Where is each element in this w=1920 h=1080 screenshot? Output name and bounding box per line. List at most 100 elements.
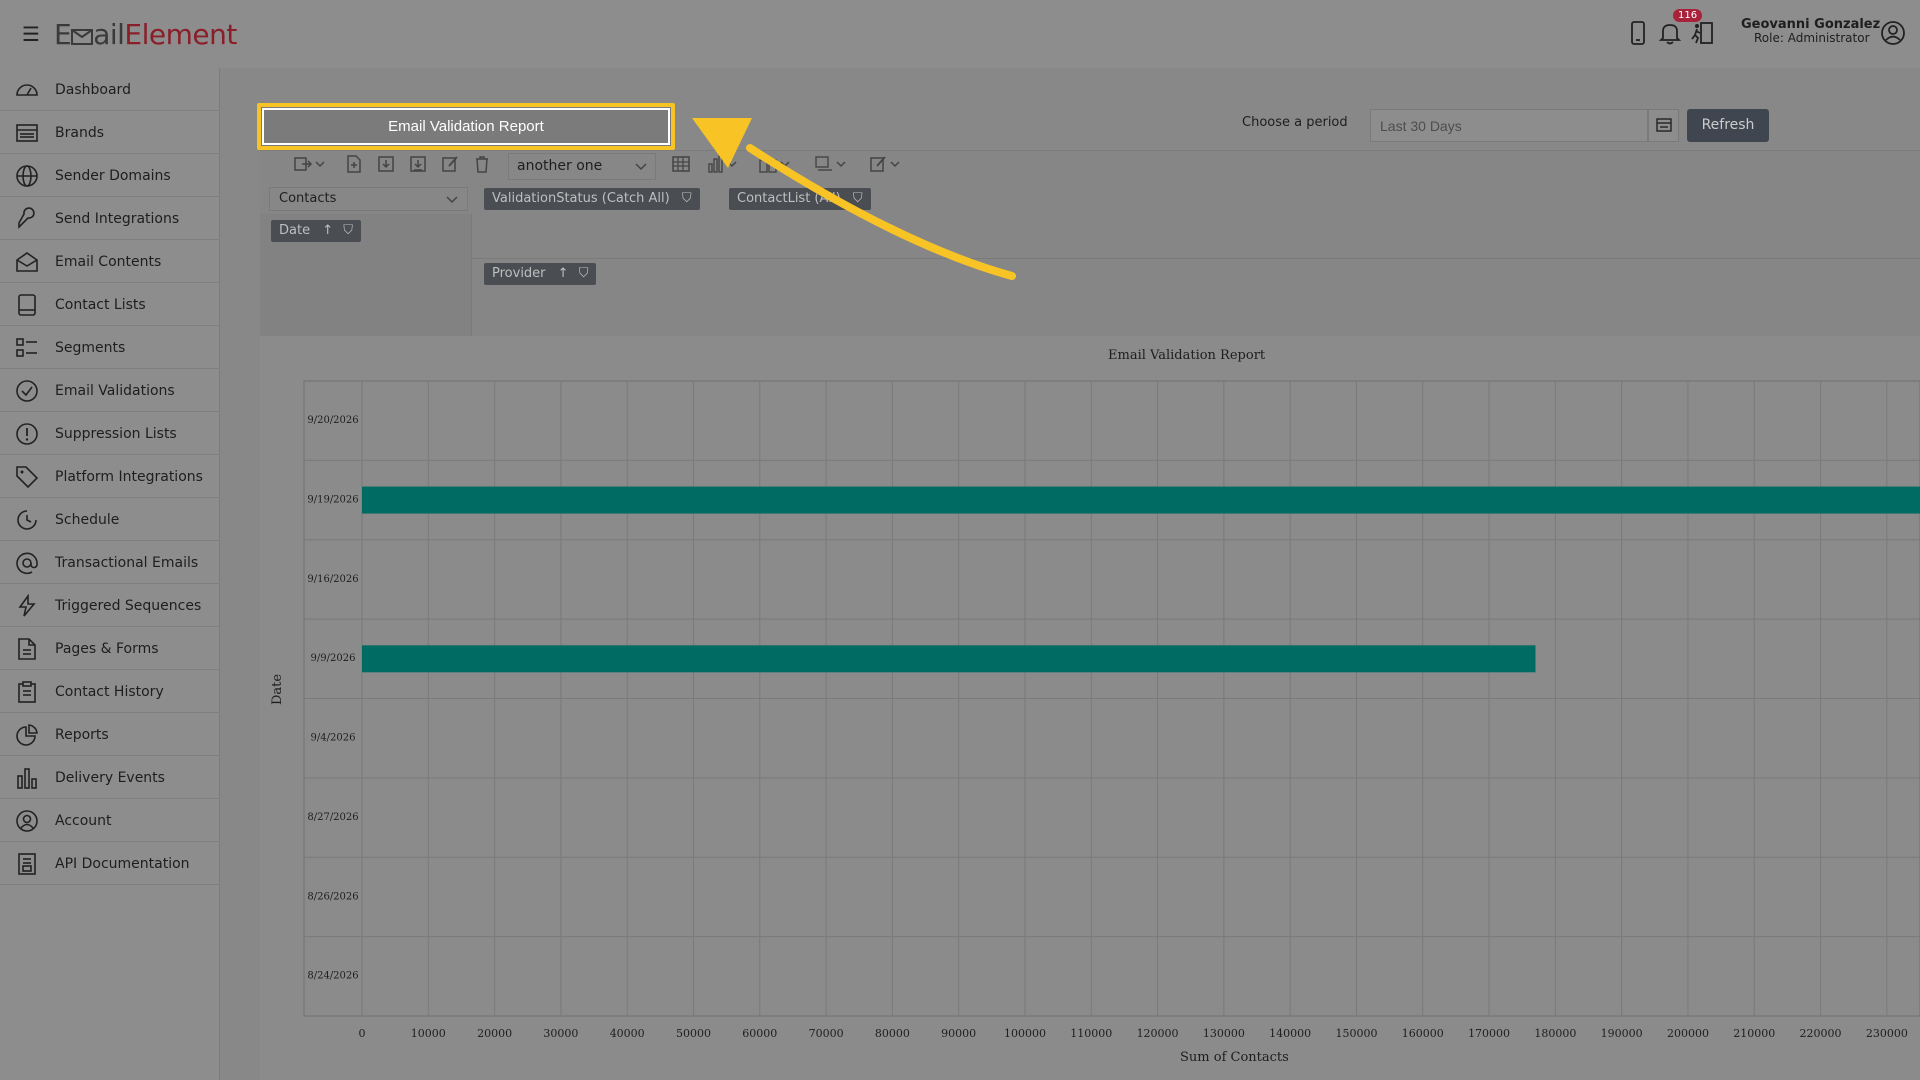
mobile-icon[interactable] [1625, 20, 1651, 46]
sidebar-item-label: Email Contents [55, 254, 162, 270]
sidebar-item-email-validations[interactable]: Email Validations [0, 369, 220, 412]
x-tick-label: 80000 [875, 1027, 910, 1040]
sidebar-item-transactional-emails[interactable]: Transactional Emails [0, 541, 220, 584]
refresh-button[interactable]: Refresh [1687, 109, 1769, 142]
sidebar-item-label: Triggered Sequences [55, 598, 202, 614]
filter-chip-validation-status[interactable]: ValidationStatus (Catch All) ⛉ [484, 188, 700, 210]
x-tick-label: 140000 [1269, 1027, 1311, 1040]
chart-x-axis-label: Sum of Contacts [1180, 1050, 1289, 1065]
sidebar-item-label: Schedule [55, 512, 120, 528]
sidebar-item-label: Send Integrations [55, 211, 180, 227]
chevron-down-icon [635, 163, 647, 171]
user-role: Role: Administrator [1754, 31, 1870, 45]
sidebar-item-label: Delivery Events [55, 770, 165, 786]
sidebar-item-label: Sender Domains [55, 168, 171, 184]
sidebar-item-send-integrations[interactable]: Send Integrations [0, 197, 220, 240]
filter-icon[interactable]: ⛉ [343, 223, 353, 238]
bar-chart: 0 10000 20000 30000 40000 50000 60000 70000 8000… [303, 380, 1920, 1040]
period-input[interactable] [1370, 109, 1648, 142]
segments-icon [16, 338, 37, 357]
save-as-icon[interactable] [408, 154, 428, 174]
new-file-icon[interactable] [344, 154, 364, 174]
x-tick-label: 210000 [1733, 1027, 1775, 1040]
calendar-icon [1656, 118, 1672, 132]
x-tick-label: 170000 [1468, 1027, 1510, 1040]
save-icon[interactable] [376, 154, 396, 174]
trash-icon[interactable] [472, 154, 492, 174]
period-label: Choose a period [1242, 115, 1348, 130]
report-title-button[interactable]: Email Validation Report [257, 103, 675, 150]
sidebar-item-label: Transactional Emails [55, 555, 199, 571]
sort-ascending-icon[interactable]: ↑ [322, 223, 333, 238]
sidebar-item-api-documentation[interactable]: API Documentation [0, 842, 220, 885]
chevron-down-icon[interactable] [314, 154, 326, 174]
x-tick-label: 90000 [941, 1027, 976, 1040]
x-tick-label: 200000 [1667, 1027, 1709, 1040]
x-tick-label: 0 [359, 1027, 366, 1040]
sidebar-item-dashboard[interactable]: Dashboard [0, 68, 220, 111]
globe-icon [16, 165, 38, 187]
app-logo[interactable]: EailElement [54, 18, 237, 51]
sidebar-item-label: Contact Lists [55, 297, 146, 313]
export-icon[interactable] [293, 154, 313, 174]
sidebar-item-reports[interactable]: Reports [0, 713, 220, 756]
bar [362, 645, 1536, 673]
annotation-arrow [692, 118, 1016, 280]
x-tick-label: 20000 [477, 1027, 512, 1040]
x-tick-label: 110000 [1070, 1027, 1112, 1040]
dashboard-icon [16, 84, 38, 96]
sidebar-item-platform-integrations[interactable]: Platform Integrations [0, 455, 220, 498]
user-avatar-icon[interactable] [1880, 20, 1906, 46]
sidebar-item-account[interactable]: Account [0, 799, 220, 842]
sidebar-item-contact-lists[interactable]: Contact Lists [0, 283, 220, 326]
layout-select[interactable]: another one [508, 153, 656, 180]
y-tick-label: 8/24/2026 [307, 971, 358, 982]
clock-icon [17, 510, 37, 530]
chart-title: Email Validation Report [1108, 348, 1266, 363]
x-tick-label: 30000 [543, 1027, 578, 1040]
row-chip-date[interactable]: Date ↑ ⛉ [271, 220, 362, 242]
user-circle-icon [16, 810, 38, 832]
sidebar-item-label: Contact History [55, 684, 164, 700]
measure-select[interactable]: Contacts [269, 187, 468, 211]
calendar-button[interactable] [1648, 109, 1679, 142]
measure-select-value: Contacts [279, 191, 337, 206]
sidebar-item-triggered-sequences[interactable]: Triggered Sequences [0, 584, 220, 627]
sidebar-item-brands[interactable]: Brands [0, 111, 220, 154]
x-tick-label: 100000 [1004, 1027, 1046, 1040]
sidebar-item-sender-domains[interactable]: Sender Domains [0, 154, 220, 197]
sidebar-nav: Dashboard Brands Sender Domains Send Int… [0, 68, 220, 1080]
hamburger-menu-icon[interactable]: ☰ [22, 22, 40, 46]
edit-icon[interactable] [440, 154, 460, 174]
sidebar-item-label: Segments [55, 340, 126, 356]
logo-text-e: E [54, 18, 72, 51]
sidebar-item-label: API Documentation [55, 856, 190, 872]
logo-text-ail: ail [93, 18, 125, 51]
y-tick-label: 9/19/2026 [307, 494, 358, 505]
sidebar-item-delivery-events[interactable]: Delivery Events [0, 756, 220, 799]
sidebar-item-schedule[interactable]: Schedule [0, 498, 220, 541]
y-tick-label: 8/27/2026 [307, 812, 358, 823]
column-chip-provider[interactable]: Provider ↑ ⛉ [484, 263, 597, 285]
logo-text-element: Element [124, 18, 237, 51]
exit-icon[interactable] [1689, 20, 1715, 46]
sidebar-item-email-contents[interactable]: Email Contents [0, 240, 220, 283]
sidebar-item-label: Pages & Forms [55, 641, 159, 657]
sidebar-item-suppression-lists[interactable]: Suppression Lists [0, 412, 220, 455]
filter-icon[interactable]: ⛉ [579, 266, 589, 281]
layout-select-value: another one [517, 158, 603, 174]
sidebar-item-segments[interactable]: Segments [0, 326, 220, 369]
pie-chart-icon [16, 724, 38, 746]
x-tick-label: 60000 [742, 1027, 777, 1040]
bar [362, 486, 1920, 514]
sidebar-item-pages-forms[interactable]: Pages & Forms [0, 627, 220, 670]
sort-ascending-icon[interactable]: ↑ [558, 266, 569, 281]
y-tick-label: 9/9/2026 [311, 653, 356, 664]
book-icon [18, 294, 36, 316]
sidebar-item-contact-history[interactable]: Contact History [0, 670, 220, 713]
x-tick-label: 130000 [1203, 1027, 1245, 1040]
y-tick-label: 9/20/2026 [307, 415, 358, 426]
x-tick-label: 230000 [1866, 1027, 1908, 1040]
envelope-open-icon [16, 252, 38, 272]
bell-icon[interactable] [1657, 20, 1683, 46]
